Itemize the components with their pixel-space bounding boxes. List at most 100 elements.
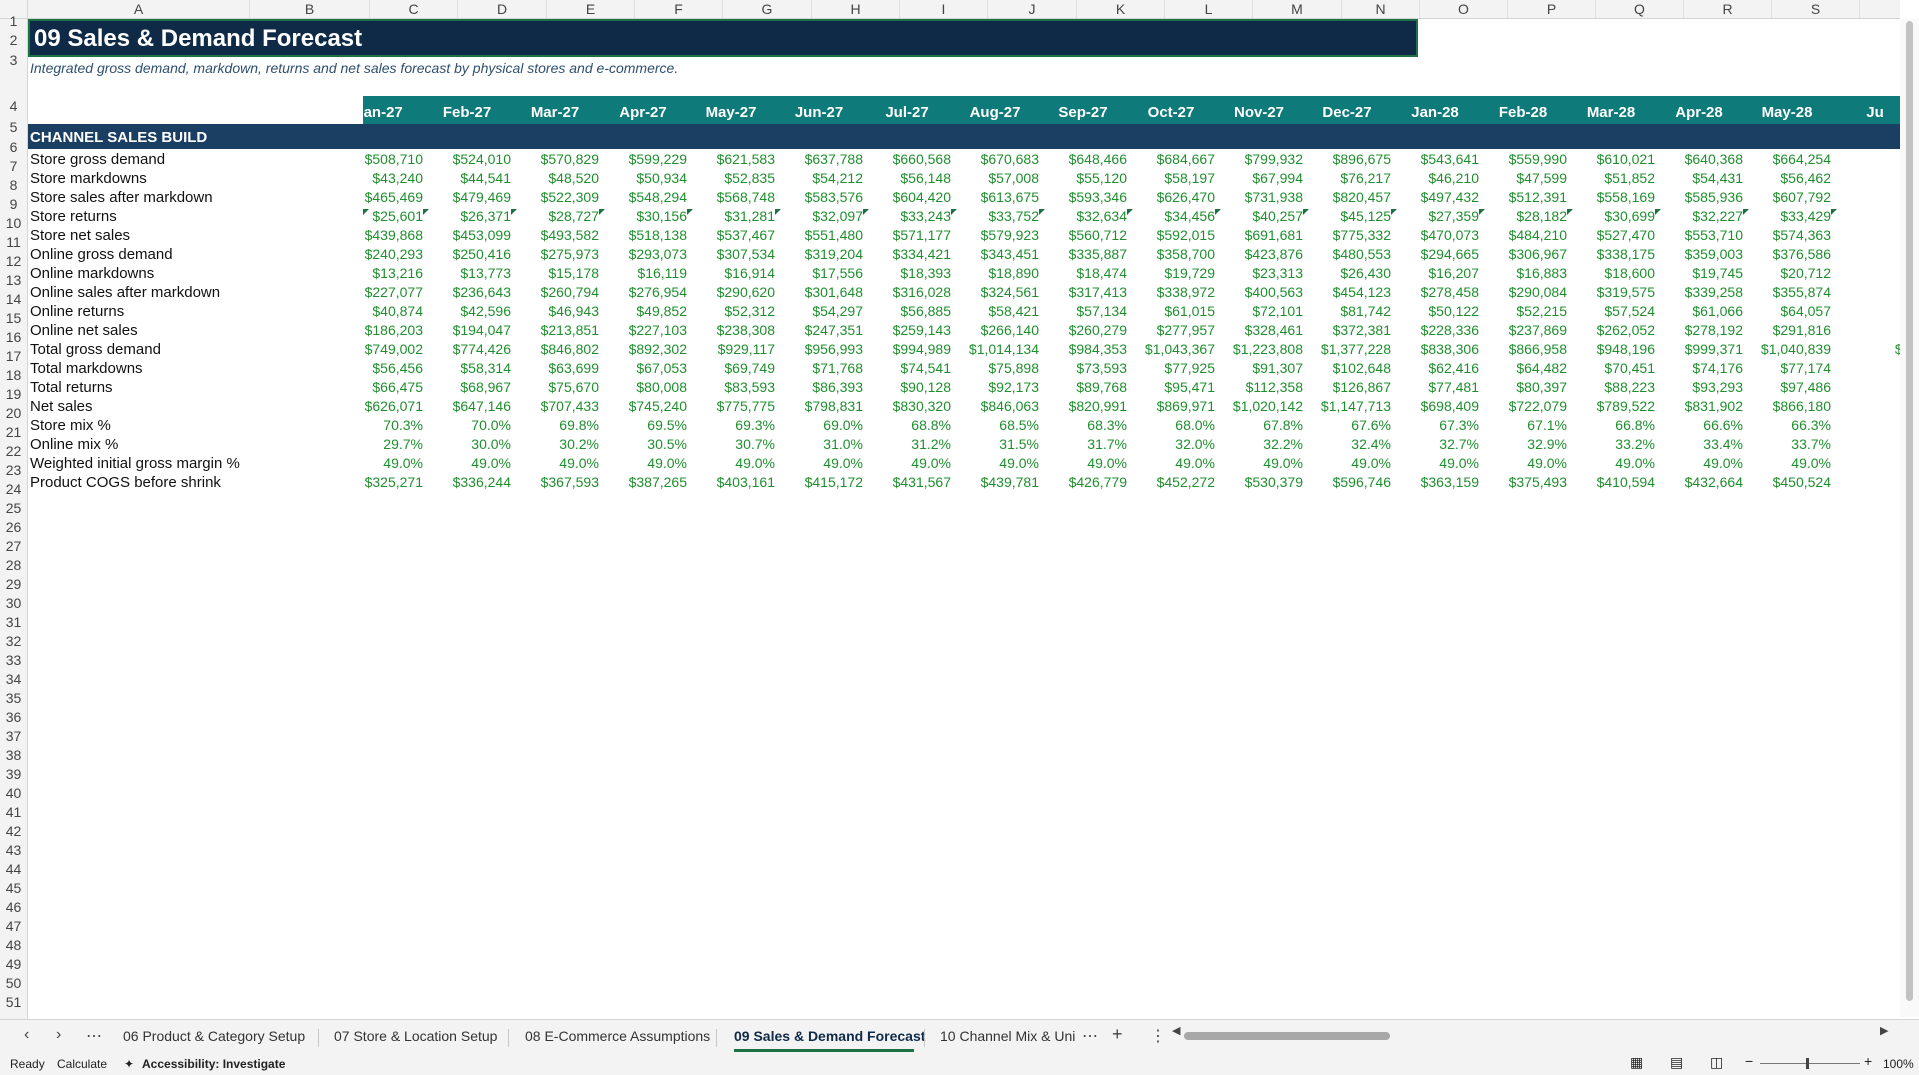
column-header-m[interactable]: M — [1253, 0, 1342, 18]
value-cell[interactable]: $325,271 — [338, 474, 423, 490]
column-header-j[interactable]: J — [988, 0, 1077, 18]
value-cell[interactable]: $596,746 — [1306, 474, 1391, 490]
value-cell[interactable]: $278,192 — [1658, 322, 1743, 338]
value-cell[interactable]: $112,358 — [1218, 379, 1303, 395]
row-header-19[interactable]: 19 — [0, 385, 27, 404]
value-cell[interactable]: $23,313 — [1218, 265, 1303, 281]
row-header-45[interactable]: 45 — [0, 879, 27, 898]
value-cell[interactable]: 68.8% — [866, 417, 951, 433]
value-cell[interactable]: $69,749 — [690, 360, 775, 376]
value-cell[interactable]: $830,320 — [866, 398, 951, 414]
value-cell[interactable]: 31.7% — [1042, 436, 1127, 452]
value-cell[interactable]: $493,582 — [514, 227, 599, 243]
value-cell[interactable]: $30,156 — [602, 208, 687, 224]
value-cell[interactable]: $290,084 — [1482, 284, 1567, 300]
value-cell[interactable]: 49.0% — [1042, 455, 1127, 471]
value-cell[interactable]: 31.2% — [866, 436, 951, 452]
value-cell[interactable]: $13,216 — [338, 265, 423, 281]
value-cell[interactable]: 49.0% — [1306, 455, 1391, 471]
value-cell[interactable]: $1,( — [1834, 341, 1900, 357]
value-cell[interactable]: $75,670 — [514, 379, 599, 395]
value-cell[interactable]: 68.0% — [1130, 417, 1215, 433]
page-break-preview-icon[interactable]: ◫ — [1710, 1054, 1723, 1071]
value-cell[interactable]: $387,265 — [602, 474, 687, 490]
row-label[interactable]: Online mix % — [30, 436, 118, 453]
sheet-options-icon[interactable]: ⋮ — [1150, 1026, 1166, 1046]
value-cell[interactable]: $301,648 — [778, 284, 863, 300]
value-cell[interactable]: $58,314 — [426, 360, 511, 376]
value-cell[interactable]: $ — [1834, 360, 1900, 376]
value-cell[interactable]: $984,353 — [1042, 341, 1127, 357]
value-cell[interactable]: $16,119 — [602, 265, 687, 281]
value-cell[interactable]: $670,683 — [954, 151, 1039, 167]
value-cell[interactable]: $524,010 — [426, 151, 511, 167]
value-cell[interactable]: $774,426 — [426, 341, 511, 357]
value-cell[interactable]: $88,223 — [1570, 379, 1655, 395]
value-cell[interactable]: $42,596 — [426, 303, 511, 319]
row-header-46[interactable]: 46 — [0, 898, 27, 917]
more-sheets-icon[interactable]: ⋯ — [86, 1026, 102, 1046]
normal-view-icon[interactable]: ▦ — [1630, 1054, 1643, 1071]
value-cell[interactable]: $359,003 — [1658, 246, 1743, 262]
value-cell[interactable]: $93,293 — [1658, 379, 1743, 395]
value-cell[interactable]: 32.9% — [1482, 436, 1567, 452]
value-cell[interactable]: $607,792 — [1746, 189, 1831, 205]
value-cell[interactable]: $548,294 — [602, 189, 687, 205]
value-cell[interactable]: $637,788 — [778, 151, 863, 167]
value-cell[interactable]: $579,923 — [954, 227, 1039, 243]
value-cell[interactable]: $454,123 — [1306, 284, 1391, 300]
value-cell[interactable]: $426,779 — [1042, 474, 1127, 490]
value-cell[interactable]: $17,556 — [778, 265, 863, 281]
value-cell[interactable]: 66.3% — [1746, 417, 1831, 433]
value-cell[interactable]: $67,994 — [1218, 170, 1303, 186]
value-cell[interactable]: $480,553 — [1306, 246, 1391, 262]
row-header-23[interactable]: 23 — [0, 461, 27, 480]
value-cell[interactable]: $831,902 — [1658, 398, 1743, 414]
vertical-scroll-thumb[interactable] — [1906, 21, 1913, 1001]
row-header-15[interactable]: 15 — [0, 309, 27, 328]
row-label[interactable]: Total gross demand — [30, 341, 161, 358]
row-label[interactable]: Online net sales — [30, 322, 138, 339]
value-cell[interactable]: $278,458 — [1394, 284, 1479, 300]
row-header-34[interactable]: 34 — [0, 670, 27, 689]
row-header-10[interactable]: 10 — [0, 214, 27, 233]
value-cell[interactable]: $62,416 — [1394, 360, 1479, 376]
value-cell[interactable]: $820,991 — [1042, 398, 1127, 414]
row-header-20[interactable]: 20 — [0, 404, 27, 423]
value-cell[interactable]: $18,474 — [1042, 265, 1127, 281]
row-label[interactable]: Online markdowns — [30, 265, 154, 282]
value-cell[interactable]: $40,257 — [1218, 208, 1303, 224]
value-cell[interactable]: $1,014,134 — [954, 341, 1039, 357]
value-cell[interactable]: $8 — [1834, 398, 1900, 414]
value-cell[interactable]: $570,829 — [514, 151, 599, 167]
column-header-p[interactable]: P — [1508, 0, 1596, 18]
column-header-k[interactable]: K — [1077, 0, 1165, 18]
row-header-14[interactable]: 14 — [0, 290, 27, 309]
value-cell[interactable]: $247,351 — [778, 322, 863, 338]
value-cell[interactable]: $335,887 — [1042, 246, 1127, 262]
value-cell[interactable]: $56,456 — [338, 360, 423, 376]
value-cell[interactable]: $866,958 — [1482, 341, 1567, 357]
value-cell[interactable]: $27,359 — [1394, 208, 1479, 224]
value-cell[interactable]: 31.5% — [954, 436, 1039, 452]
value-cell[interactable]: $16,207 — [1394, 265, 1479, 281]
value-cell[interactable]: $537,467 — [690, 227, 775, 243]
value-cell[interactable]: $775,332 — [1306, 227, 1391, 243]
value-cell[interactable]: $553,710 — [1658, 227, 1743, 243]
value-cell[interactable]: $64,482 — [1482, 360, 1567, 376]
value-cell[interactable]: $846,802 — [514, 341, 599, 357]
value-cell[interactable]: $ — [1834, 208, 1900, 224]
value-cell[interactable]: $275,973 — [514, 246, 599, 262]
value-cell[interactable]: $948,196 — [1570, 341, 1655, 357]
value-cell[interactable]: 69.8% — [514, 417, 599, 433]
column-header-c[interactable]: C — [370, 0, 458, 18]
value-cell[interactable]: $731,938 — [1218, 189, 1303, 205]
value-cell[interactable]: $32,097 — [778, 208, 863, 224]
value-cell[interactable]: $34,456 — [1130, 208, 1215, 224]
row-header-47[interactable]: 47 — [0, 917, 27, 936]
value-cell[interactable]: $684,667 — [1130, 151, 1215, 167]
value-cell[interactable]: 68.5% — [954, 417, 1039, 433]
value-cell[interactable]: $367,593 — [514, 474, 599, 490]
value-cell[interactable]: $237,869 — [1482, 322, 1567, 338]
value-cell[interactable]: $61,066 — [1658, 303, 1743, 319]
